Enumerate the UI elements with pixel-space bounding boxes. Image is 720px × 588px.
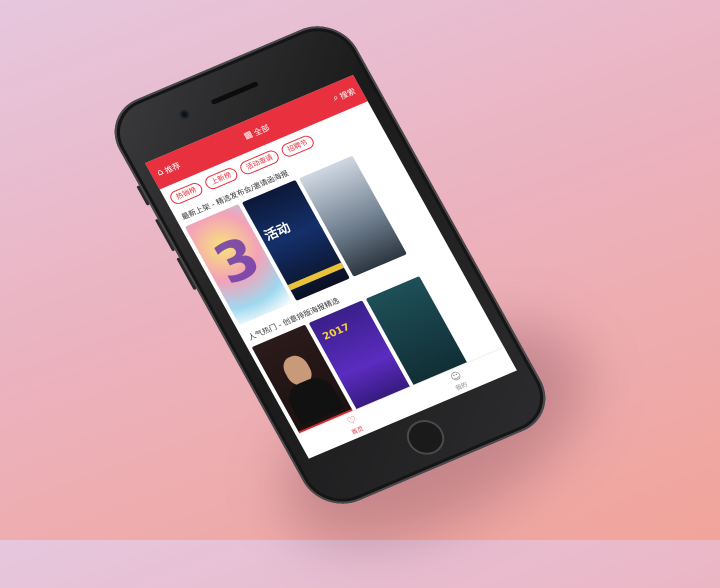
recommend-label: 推荐 bbox=[162, 160, 182, 175]
all-tab[interactable]: ▦ 全部 bbox=[242, 122, 272, 142]
search-label: 搜索 bbox=[337, 86, 358, 101]
recommend-tab[interactable]: ⌂ 推荐 bbox=[155, 160, 182, 179]
mute-switch bbox=[136, 185, 150, 206]
tab-mine[interactable]: ☺ 我的 bbox=[448, 370, 469, 392]
home-button[interactable] bbox=[400, 414, 451, 461]
earpiece-speaker bbox=[210, 81, 259, 106]
all-label: 全部 bbox=[251, 122, 272, 138]
phone-mockup: ⌂ 推荐 ▦ 全部 ⌕ 搜索 热销榜 上新榜 活动邀请 招聘节 最新上架 - 精… bbox=[100, 14, 560, 516]
front-camera bbox=[178, 108, 191, 121]
volume-down-button bbox=[176, 257, 197, 291]
volume-up-button bbox=[154, 218, 176, 252]
app-screen: ⌂ 推荐 ▦ 全部 ⌕ 搜索 热销榜 上新榜 活动邀请 招聘节 最新上架 - 精… bbox=[145, 74, 517, 459]
search-button[interactable]: ⌕ 搜索 bbox=[331, 86, 358, 105]
poster-headline: 活动 bbox=[262, 220, 294, 244]
poster-year: 2017 bbox=[321, 322, 353, 343]
poster-band bbox=[287, 262, 345, 291]
tab-home[interactable]: ♡ 首页 bbox=[344, 414, 364, 436]
